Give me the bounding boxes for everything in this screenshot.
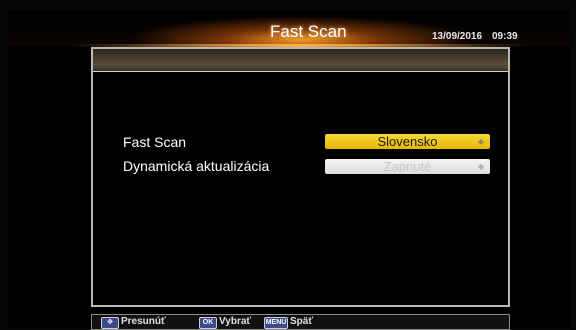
fast-scan-label: Fast Scan (123, 134, 187, 150)
ok-key-icon: OK (199, 317, 217, 329)
dropdown-arrow-icon: ◆ (477, 137, 484, 146)
fast-scan-value: Slovensko (377, 134, 438, 149)
navigate-key-icon: ✥ (101, 317, 119, 329)
back-hint: Späť (290, 316, 314, 327)
select-hint: Vybrať (219, 316, 252, 327)
date-display: 13/09/2016 (432, 31, 483, 42)
fast-scan-selector[interactable]: Slovensko ◆ (325, 134, 490, 149)
panel-title-strip (93, 49, 508, 72)
settings-panel: Fast Scan Slovensko ◆ Dynamická aktualiz… (91, 47, 510, 307)
page-title: Fast Scan (270, 22, 347, 41)
time-display: 09:39 (492, 31, 518, 42)
menu-key-icon: MENU (264, 317, 288, 329)
dynamic-update-value: Zapnuté (383, 159, 432, 174)
dynamic-update-selector[interactable]: Zapnuté ◆ (325, 159, 490, 174)
dynamic-update-label: Dynamická aktualizácia (123, 158, 270, 174)
dropdown-arrow-icon: ◆ (477, 162, 484, 171)
tv-screen: Fast Scan 13/09/2016 09:39 Fast Scan Slo… (8, 10, 570, 330)
header-bar: Fast Scan 13/09/2016 09:39 (8, 10, 570, 46)
move-hint: Presunúť (121, 316, 166, 327)
